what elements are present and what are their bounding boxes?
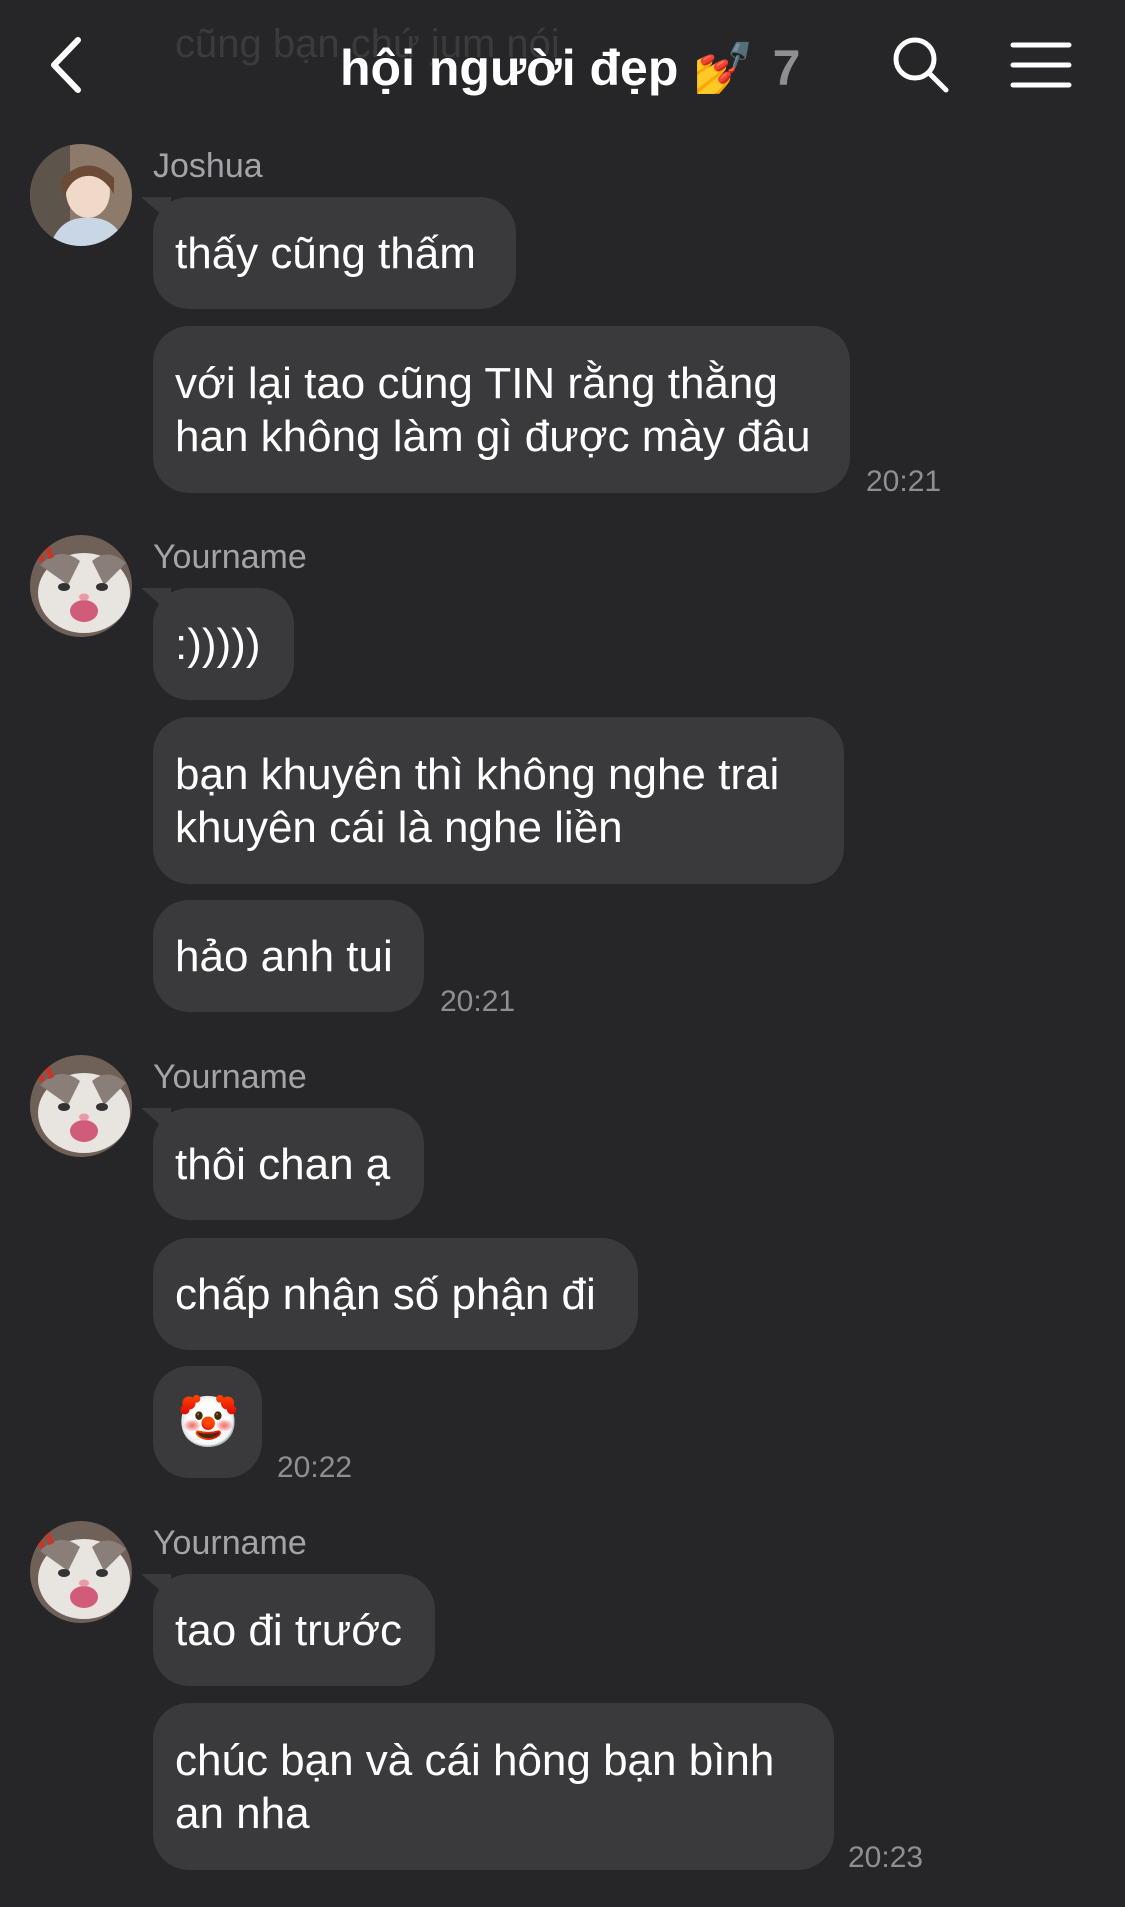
cat-avatar-icon: [30, 1521, 132, 1623]
group-name: hội người đẹp: [340, 40, 679, 96]
message-bubble[interactable]: tao đi trước: [153, 1574, 435, 1686]
message-bubble[interactable]: thấy cũng thấm: [153, 197, 516, 309]
chat-title[interactable]: hội người đẹp 💅 7: [340, 34, 800, 102]
menu-button[interactable]: [1010, 40, 1072, 90]
timestamp: 20:23: [848, 1841, 924, 1874]
cat-avatar-icon: [30, 1055, 132, 1157]
search-button[interactable]: [890, 34, 952, 96]
message-bubble[interactable]: chúc bạn và cái hông bạn bình an nha: [153, 1703, 834, 1870]
timestamp: 20:22: [277, 1451, 353, 1484]
chat-header: cũng bạn chứ jum nói hội người đẹp 💅 7: [0, 0, 1125, 130]
message-bubble[interactable]: với lại tao cũng TIN rằng thằng han khôn…: [153, 326, 850, 493]
avatar-yourname[interactable]: [30, 1055, 132, 1157]
sender-name: Yourname: [153, 1524, 307, 1562]
message-text: thấy cũng thấm: [175, 228, 476, 278]
message-bubble[interactable]: :))))): [153, 588, 294, 700]
sender-name: Yourname: [153, 538, 307, 576]
message-bubble[interactable]: 🤡: [153, 1366, 262, 1478]
message-text: :))))): [175, 619, 261, 669]
avatar-yourname[interactable]: [30, 1521, 132, 1623]
search-icon: [893, 37, 949, 93]
message-bubble[interactable]: chấp nhận số phận đi: [153, 1238, 638, 1350]
message-bubble[interactable]: thôi chan ạ: [153, 1108, 424, 1220]
hamburger-menu-icon: [1010, 42, 1072, 88]
avatar-yourname[interactable]: [30, 535, 132, 637]
timestamp: 20:21: [440, 985, 516, 1018]
sender-name: Yourname: [153, 1058, 307, 1096]
message-text: chấp nhận số phận đi: [175, 1269, 596, 1319]
message-text: thôi chan ạ: [175, 1139, 391, 1189]
timestamp: 20:21: [866, 465, 942, 498]
message-text: tao đi trước: [175, 1605, 403, 1655]
message-text: bạn khuyên thì không nghe trai khuyên cá…: [175, 749, 780, 852]
message-text: chúc bạn và cái hông bạn bình an nha: [175, 1735, 775, 1838]
chevron-left-icon: [51, 37, 81, 93]
nail-polish-emoji: 💅: [692, 39, 755, 96]
message-text: hảo anh tui: [175, 931, 393, 981]
message-bubble[interactable]: bạn khuyên thì không nghe trai khuyên cá…: [153, 717, 844, 884]
message-text: với lại tao cũng TIN rằng thằng han khôn…: [175, 358, 811, 461]
cat-avatar-icon: [30, 535, 132, 637]
member-count: 7: [772, 40, 801, 96]
profile-photo-icon: [30, 144, 132, 246]
clown-emoji: 🤡: [177, 1394, 240, 1450]
sender-name: Joshua: [153, 147, 263, 185]
message-bubble[interactable]: hảo anh tui: [153, 900, 424, 1012]
back-button[interactable]: [40, 30, 100, 100]
avatar-joshua[interactable]: [30, 144, 132, 246]
